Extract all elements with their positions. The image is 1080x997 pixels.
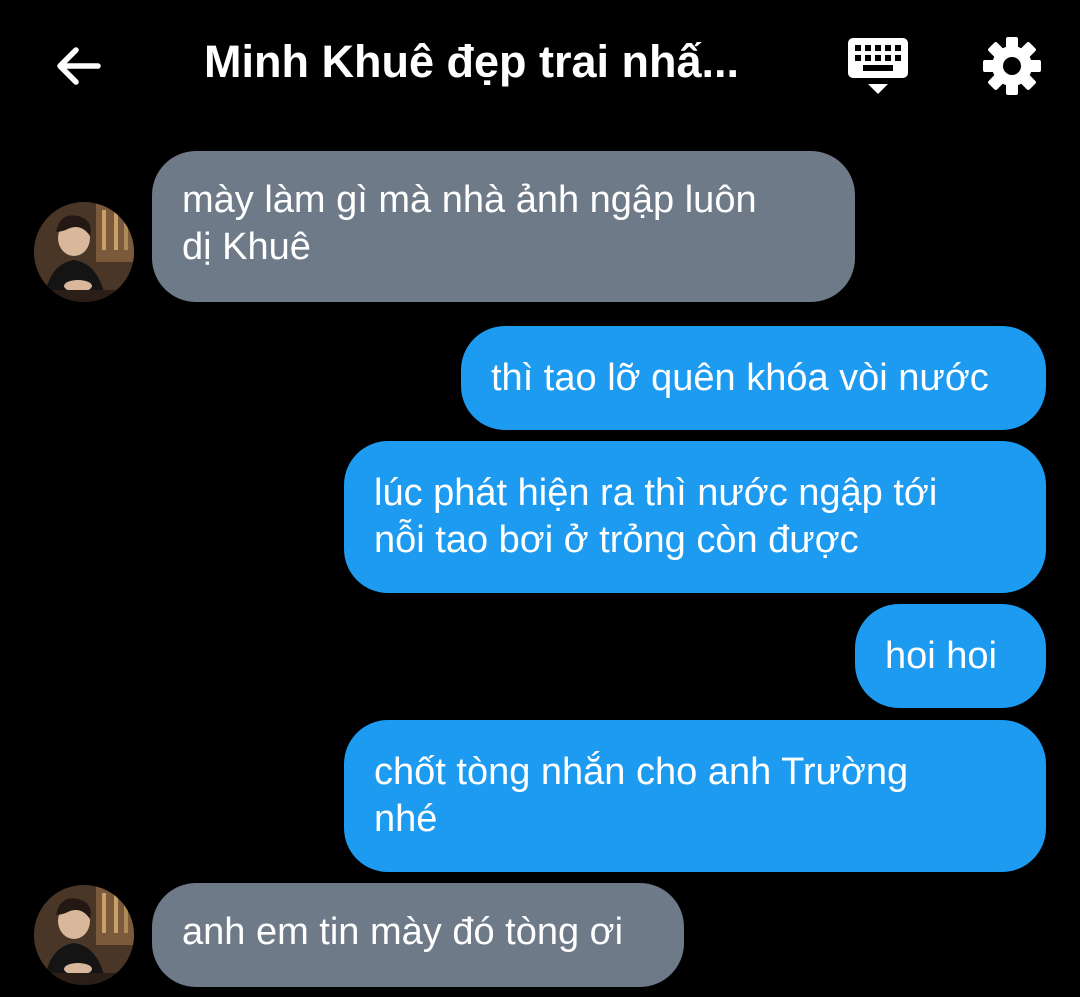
keyboard-icon — [848, 38, 908, 94]
keyboard-button[interactable] — [846, 36, 910, 96]
incoming-message[interactable]: anh em tin mày đó tòng ơi — [152, 883, 684, 987]
outgoing-message[interactable]: lúc phát hiện ra thì nước ngập tới nỗi t… — [344, 441, 1046, 593]
outgoing-message[interactable]: chốt tòng nhắn cho anh Trường nhé — [344, 720, 1046, 872]
arrow-left-icon — [57, 47, 101, 85]
avatar[interactable] — [34, 885, 134, 985]
message-text-line: lúc phát hiện ra thì nước ngập tới — [374, 472, 938, 514]
message-text-line: nỗi tao bơi ở trỏng còn được — [374, 519, 859, 561]
avatar-photo — [34, 885, 134, 985]
message-text: thì tao lỡ quên khóa vòi nước — [491, 357, 989, 399]
outgoing-message[interactable]: thì tao lỡ quên khóa vòi nước — [461, 326, 1046, 430]
avatar[interactable] — [34, 202, 134, 302]
message-text-line: mày làm gì mà nhà ảnh ngập luôn — [182, 179, 757, 221]
message-text: anh em tin mày đó tòng ơi — [182, 911, 624, 953]
outgoing-message[interactable]: hoi hoi — [855, 604, 1046, 708]
chat-header: Minh Khuê đẹp trai nhấ... — [0, 0, 1080, 125]
message-text: hoi hoi — [885, 635, 997, 677]
conversation-title: Minh Khuê đẹp trai nhấ... — [204, 36, 740, 87]
incoming-message[interactable]: mày làm gì mà nhà ảnh ngập luôn dị Khuê — [152, 151, 855, 302]
back-button[interactable] — [48, 36, 108, 96]
message-text-line: nhé — [374, 798, 438, 840]
avatar-photo — [34, 202, 134, 302]
message-text-line: dị Khuê — [182, 226, 311, 268]
settings-button[interactable] — [980, 34, 1044, 98]
message-text-line: chốt tòng nhắn cho anh Trường — [374, 751, 909, 793]
gear-icon — [983, 37, 1041, 95]
